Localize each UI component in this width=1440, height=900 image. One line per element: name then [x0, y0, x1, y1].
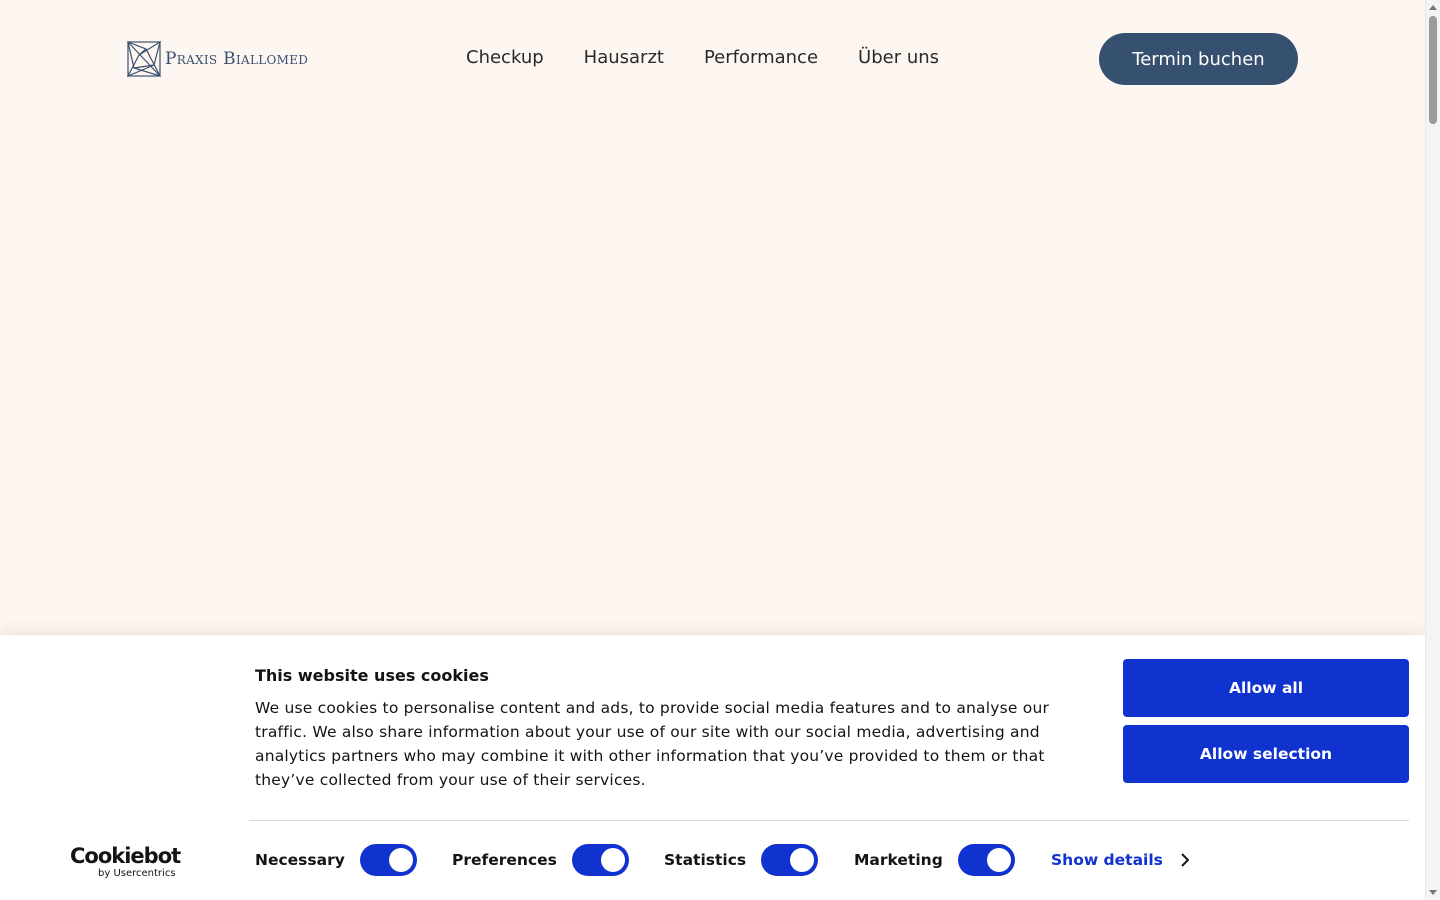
allow-selection-button[interactable]: Allow selection	[1123, 725, 1409, 783]
page-background: Praxis Biallomed Checkup Hausarzt Perfor…	[0, 0, 1425, 900]
nav-item-hausarzt[interactable]: Hausarzt	[584, 46, 664, 70]
brand-logo[interactable]: Praxis Biallomed	[127, 41, 308, 77]
main-nav: Checkup Hausarzt Performance Über uns	[466, 46, 939, 70]
logo-icon	[127, 41, 161, 77]
show-details-link[interactable]: Show details	[1051, 851, 1189, 869]
allow-all-button[interactable]: Allow all	[1123, 659, 1409, 717]
switch-knob	[600, 848, 625, 872]
site-header: Praxis Biallomed Checkup Hausarzt Perfor…	[0, 0, 1425, 118]
nav-item-performance[interactable]: Performance	[704, 46, 818, 70]
switch-knob	[790, 848, 815, 872]
toggle-necessary-label: Necessary	[255, 851, 345, 869]
cookiebot-logo[interactable]: Cookiebot by Usercentrics	[70, 844, 181, 879]
scroll-down-arrow-icon[interactable]	[1429, 890, 1437, 895]
scroll-thumb[interactable]	[1429, 16, 1437, 124]
toggle-marketing[interactable]: Marketing	[854, 843, 1015, 877]
toggle-preferences-label: Preferences	[452, 851, 557, 869]
switch-knob	[986, 848, 1011, 872]
toggle-statistics-label: Statistics	[664, 851, 747, 869]
chevron-right-icon	[1181, 853, 1189, 867]
show-details-label: Show details	[1051, 851, 1163, 869]
toggle-preferences[interactable]: Preferences	[452, 843, 629, 877]
cookiebot-logo-text: Cookiebot	[70, 844, 181, 868]
termin-buchen-button[interactable]: Termin buchen	[1099, 33, 1298, 85]
nav-item-checkup[interactable]: Checkup	[466, 46, 544, 70]
toggle-preferences-switch[interactable]	[571, 844, 629, 876]
cookie-divider	[249, 820, 1409, 821]
page-scrollbar[interactable]	[1425, 0, 1440, 900]
scroll-up-arrow-icon[interactable]	[1429, 5, 1437, 10]
switch-knob	[388, 848, 413, 872]
cookiebot-logo-subtext: by Usercentrics	[98, 868, 176, 879]
cookie-banner: This website uses cookies We use cookies…	[0, 635, 1425, 900]
cookie-title: This website uses cookies	[255, 666, 489, 685]
cookie-description: We use cookies to personalise content an…	[255, 699, 1050, 789]
toggle-necessary[interactable]: Necessary	[255, 843, 417, 877]
nav-item-ueber-uns[interactable]: Über uns	[858, 46, 939, 70]
toggle-statistics-switch[interactable]	[761, 844, 819, 876]
toggle-necessary-switch[interactable]	[359, 844, 417, 876]
toggle-marketing-switch[interactable]	[957, 844, 1015, 876]
brand-name: Praxis Biallomed	[165, 49, 309, 69]
toggle-statistics[interactable]: Statistics	[664, 843, 819, 877]
toggle-marketing-label: Marketing	[854, 851, 943, 869]
